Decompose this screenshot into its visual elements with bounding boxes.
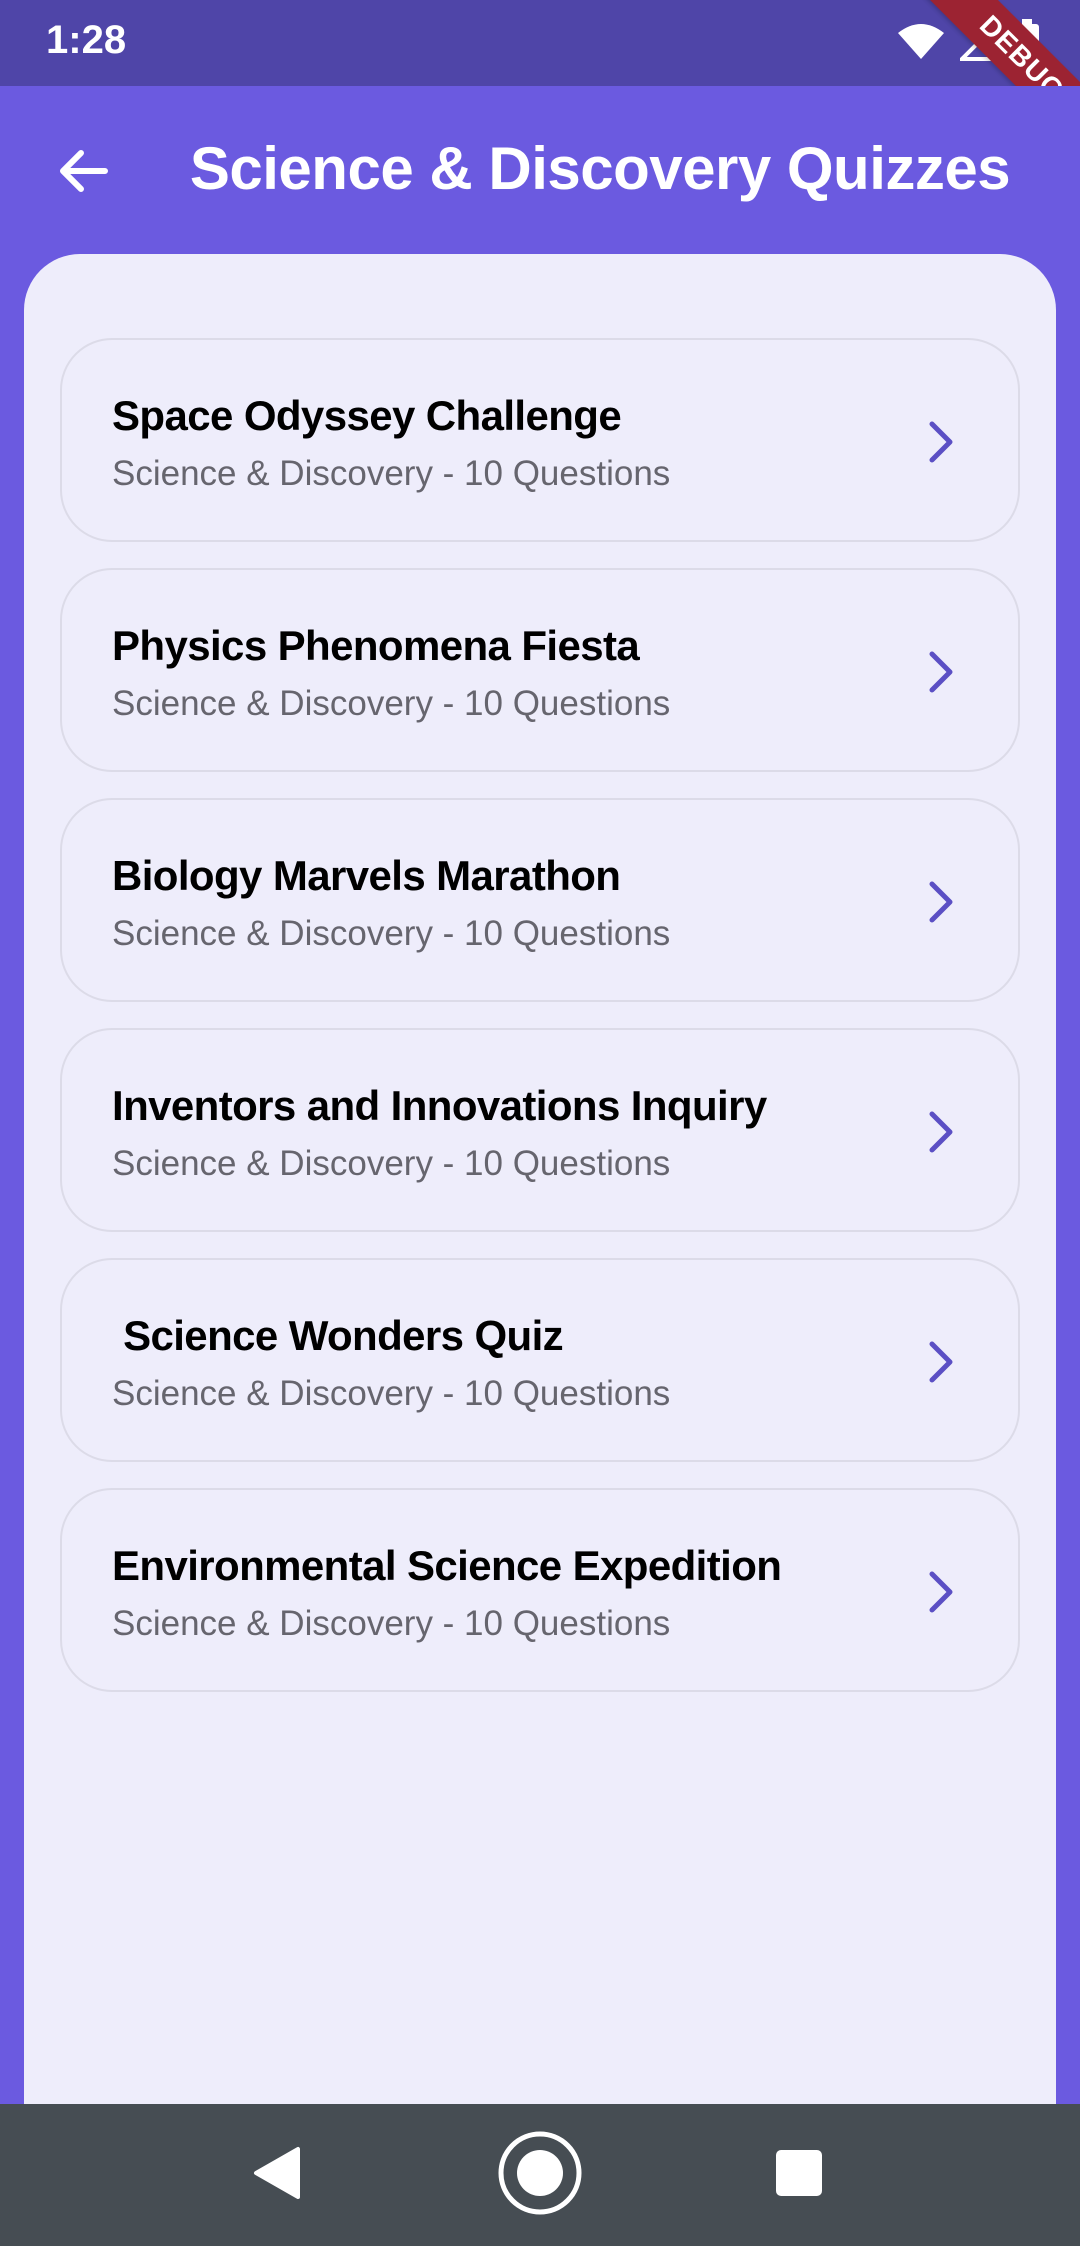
- quiz-list-panel: Space Odyssey Challenge Science & Discov…: [24, 254, 1056, 2104]
- quiz-subtitle: Science & Discovery - 10 Questions: [112, 914, 671, 953]
- status-time: 1:28: [46, 18, 127, 62]
- circle-home-icon: [496, 2129, 584, 2222]
- quiz-title: Biology Marvels Marathon: [112, 852, 621, 899]
- quiz-card[interactable]: Biology Marvels Marathon Science & Disco…: [60, 798, 1020, 1002]
- quiz-subtitle: Science & Discovery - 10 Questions: [112, 684, 671, 723]
- back-button[interactable]: [48, 138, 118, 208]
- chevron-right-icon: [914, 646, 966, 698]
- chevron-right-icon: [914, 1566, 966, 1618]
- triangle-back-icon: [252, 2146, 302, 2205]
- quiz-subtitle: Science & Discovery - 10 Questions: [112, 454, 671, 493]
- status-bar: 1:28 75 DEBUG: [0, 0, 1080, 160]
- wifi-icon: [896, 21, 946, 66]
- arrow-left-icon: [55, 143, 111, 204]
- chevron-right-icon: [914, 1106, 966, 1158]
- quiz-card[interactable]: Inventors and Innovations Inquiry Scienc…: [60, 1028, 1020, 1232]
- quiz-title: Science Wonders Quiz: [112, 1312, 564, 1359]
- quiz-subtitle: Science & Discovery - 10 Questions: [112, 1604, 671, 1643]
- quiz-card[interactable]: Science Wonders Quiz Science & Discovery…: [60, 1258, 1020, 1462]
- quiz-card[interactable]: Space Odyssey Challenge Science & Discov…: [60, 338, 1020, 542]
- quiz-subtitle: Science & Discovery - 10 Questions: [112, 1374, 671, 1413]
- square-recents-icon: [774, 2148, 824, 2203]
- chevron-right-icon: [914, 876, 966, 928]
- page-title: Science & Discovery Quizzes: [189, 135, 1011, 202]
- quiz-title: Environmental Science Expedition: [112, 1542, 782, 1589]
- chevron-right-icon: [914, 416, 966, 468]
- quiz-title: Physics Phenomena Fiesta: [112, 622, 640, 669]
- quiz-card[interactable]: Environmental Science Expedition Science…: [60, 1488, 1020, 1692]
- system-nav-bar: [0, 2104, 1080, 2246]
- quiz-subtitle: Science & Discovery - 10 Questions: [112, 1144, 671, 1183]
- chevron-right-icon: [914, 1336, 966, 1388]
- app-bar: Science & Discovery Quizzes: [0, 86, 1080, 254]
- nav-back-button[interactable]: [232, 2130, 322, 2220]
- quiz-list: Space Odyssey Challenge Science & Discov…: [60, 338, 1020, 1692]
- quiz-title: Space Odyssey Challenge: [112, 392, 622, 439]
- quiz-card[interactable]: Physics Phenomena Fiesta Science & Disco…: [60, 568, 1020, 772]
- nav-home-button[interactable]: [495, 2130, 585, 2220]
- quiz-title: Inventors and Innovations Inquiry: [112, 1082, 767, 1129]
- nav-recents-button[interactable]: [754, 2130, 844, 2220]
